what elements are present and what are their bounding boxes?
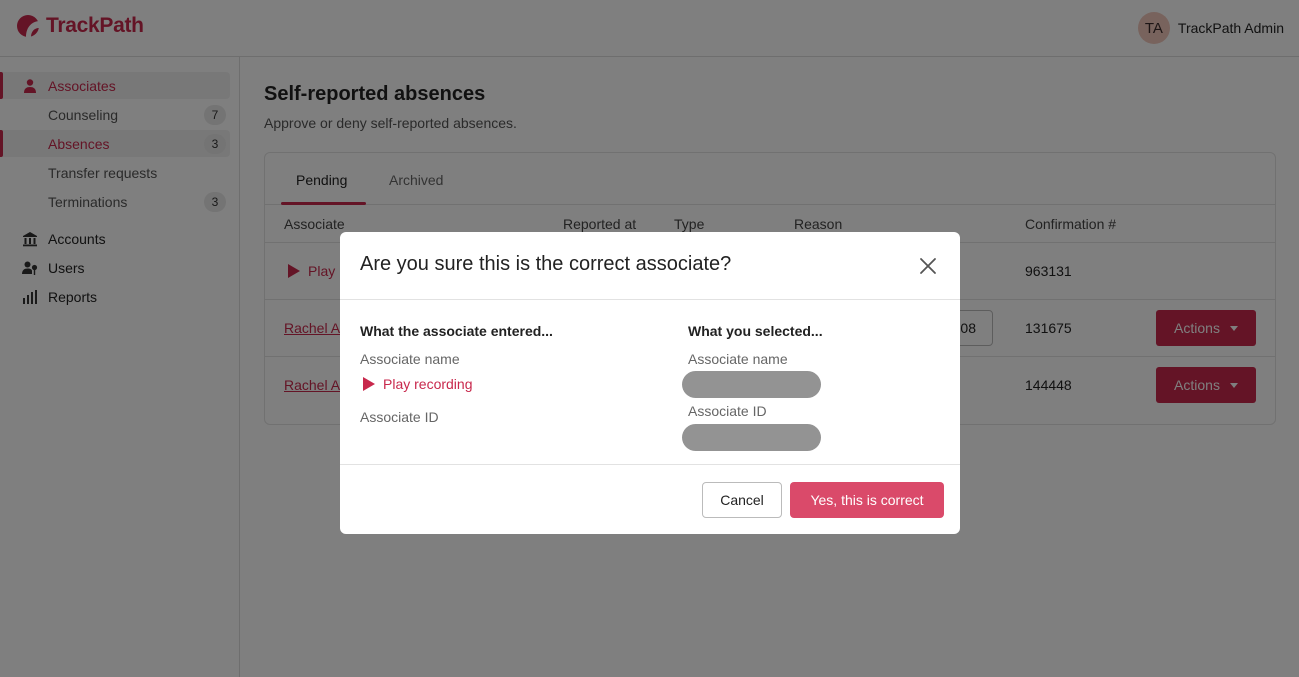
play-icon: [363, 377, 375, 391]
dialog-title: Are you sure this is the correct associa…: [360, 253, 732, 275]
entered-heading: What the associate entered...: [360, 323, 553, 339]
selected-heading: What you selected...: [688, 323, 823, 339]
redacted-id-value: [682, 424, 821, 451]
dialog-body: What the associate entered... Associate …: [340, 301, 960, 465]
confirm-button[interactable]: Yes, this is correct: [790, 482, 944, 518]
confirm-associate-dialog: Are you sure this is the correct associa…: [340, 232, 960, 534]
entered-id-label: Associate ID: [360, 409, 439, 425]
dialog-header: Are you sure this is the correct associa…: [340, 232, 960, 300]
close-icon[interactable]: [918, 256, 938, 276]
dialog-footer: Cancel Yes, this is correct: [340, 466, 960, 534]
selected-id-label: Associate ID: [688, 403, 767, 419]
entered-name-label: Associate name: [360, 351, 460, 367]
play-recording-label: Play recording: [383, 376, 473, 392]
play-recording-button[interactable]: Play recording: [363, 376, 473, 392]
selected-name-label: Associate name: [688, 351, 788, 367]
cancel-button[interactable]: Cancel: [702, 482, 782, 518]
redacted-name-value: [682, 371, 821, 398]
